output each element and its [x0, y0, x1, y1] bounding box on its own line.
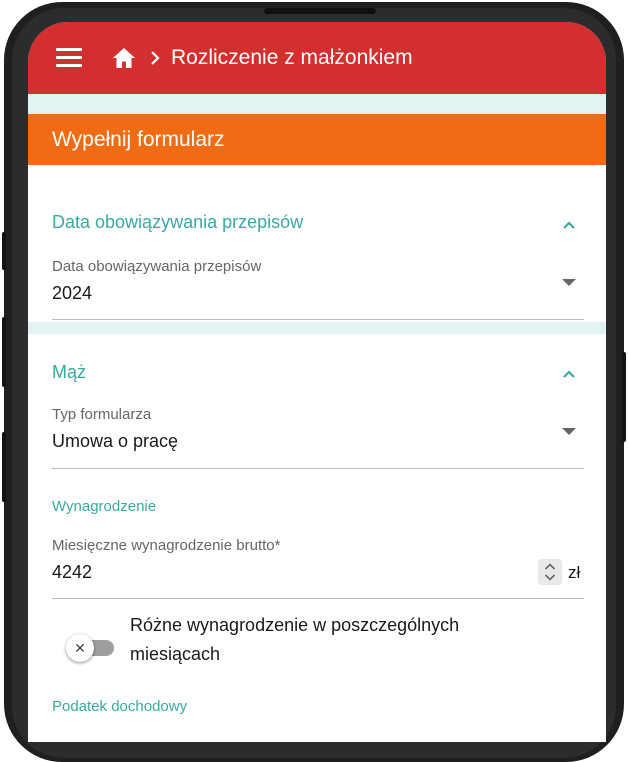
stepper-arrows-icon[interactable]	[538, 559, 562, 585]
field-underline	[52, 598, 584, 599]
salary-heading: Wynagrodzenie	[52, 498, 157, 515]
app-header: Rozliczenie z małżonkiem	[28, 22, 606, 94]
form-banner: Wypełnij formularz	[28, 114, 606, 165]
form-type-select[interactable]: Umowa o pracę	[52, 431, 178, 452]
dropdown-arrow-icon[interactable]	[562, 428, 576, 435]
header-spacer	[28, 94, 606, 114]
home-icon[interactable]	[112, 46, 136, 70]
monthly-salary-label: Miesięczne wynagrodzenie brutto*	[52, 537, 281, 554]
page-title: Rozliczenie z małżonkiem	[171, 46, 413, 69]
phone-side-button	[2, 432, 6, 502]
chevron-up-icon[interactable]	[562, 220, 576, 230]
husband-section-title[interactable]: Mąż	[52, 362, 86, 383]
phone-side-button	[622, 352, 626, 442]
regulations-date-label: Data obowiązywania przepisów	[52, 258, 262, 275]
app-screen: Rozliczenie z małżonkiem Wypełnij formul…	[28, 22, 606, 742]
currency-label: zł	[568, 563, 581, 582]
regulations-date-select[interactable]: 2024	[52, 283, 92, 304]
husband-section: Mąż Typ formularza Umowa o pracę Wynagro…	[28, 334, 606, 742]
chevron-up-icon[interactable]	[562, 369, 576, 379]
phone-speaker	[264, 8, 376, 14]
regulations-section: Data obowiązywania przepisów Data obowią…	[28, 165, 606, 322]
income-tax-heading: Podatek dochodowy	[52, 698, 188, 715]
regulations-section-title[interactable]: Data obowiązywania przepisów	[52, 212, 303, 233]
form-type-label: Typ formularza	[52, 406, 152, 423]
monthly-salary-input[interactable]: 4242	[52, 562, 92, 583]
field-underline	[52, 468, 584, 469]
chevron-right-icon	[151, 51, 160, 65]
menu-icon[interactable]	[56, 48, 84, 68]
dropdown-arrow-icon[interactable]	[562, 279, 576, 286]
toggle-knob[interactable]: ✕	[66, 634, 94, 662]
phone-side-button	[2, 232, 6, 270]
different-salary-label[interactable]: Różne wynagrodzenie w poszczególnych mie…	[130, 611, 550, 669]
phone-side-button	[2, 317, 6, 387]
phone-frame: Rozliczenie z małżonkiem Wypełnij formul…	[2, 2, 626, 762]
field-underline	[52, 319, 584, 320]
salary-stepper[interactable]	[538, 559, 562, 585]
close-icon: ✕	[74, 640, 86, 656]
